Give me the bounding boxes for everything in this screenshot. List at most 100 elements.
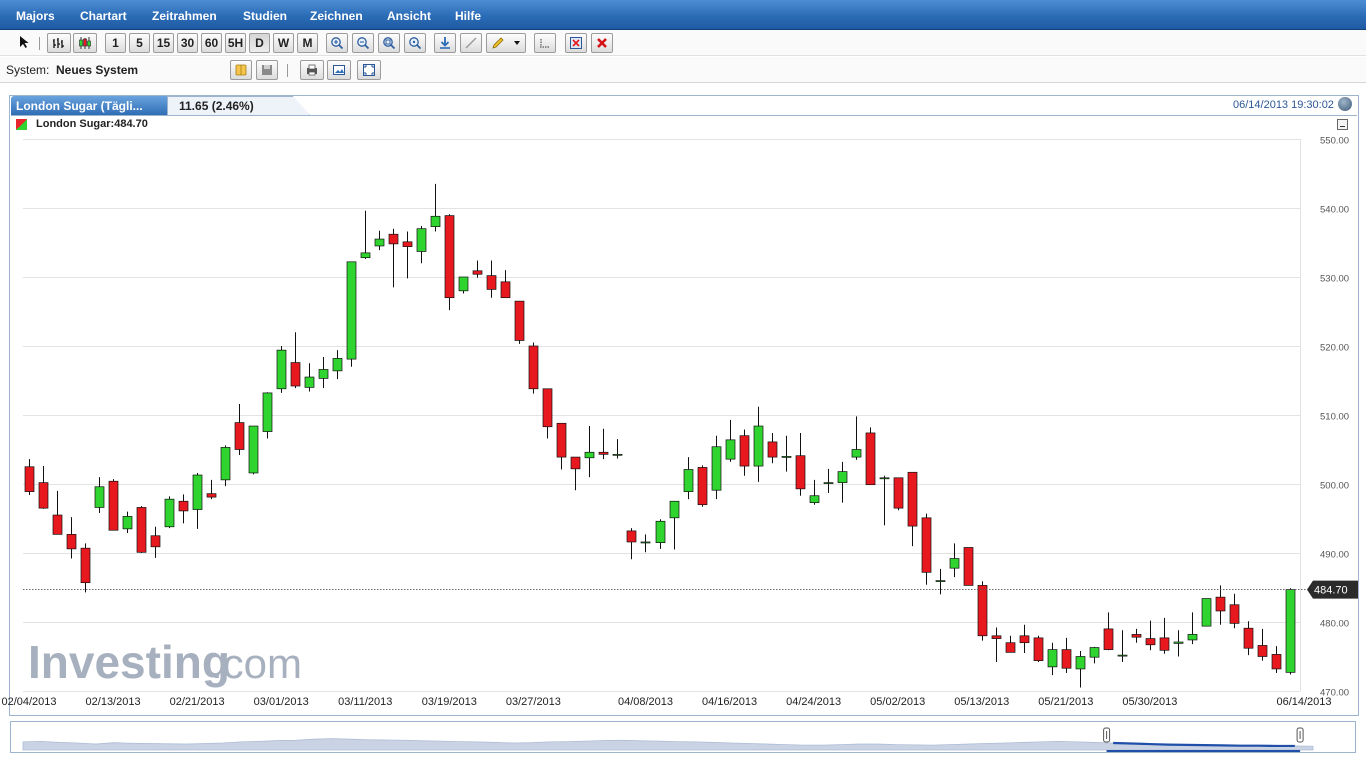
x-tick-label: 04/16/2013 (702, 696, 757, 708)
candle-up (669, 500, 680, 519)
candle-up (220, 447, 231, 481)
candle-up (248, 425, 259, 474)
navigator-area (22, 738, 1314, 751)
candle-up (711, 446, 722, 491)
candle-up (1117, 654, 1128, 657)
y-axis-labels: 470.00480.00490.00500.00510.00520.00530.… (1320, 136, 1349, 699)
candle-down (1019, 635, 1030, 644)
x-tick-label: 06/14/2013 (1276, 696, 1331, 708)
candle-down (66, 534, 77, 550)
candle-down (150, 535, 161, 548)
candle-up (935, 580, 946, 582)
candlestick-chart[interactable]: Investing .com 470.00480.00490.00500.005… (0, 0, 1366, 720)
candle-down (290, 362, 301, 387)
x-tick-label: 02/21/2013 (170, 696, 225, 708)
candle-down (542, 388, 553, 428)
watermark-suffix: .com (211, 640, 302, 687)
candle-up (612, 453, 623, 456)
candle-down (570, 456, 581, 470)
candle-up (1047, 649, 1058, 668)
x-tick-label: 05/30/2013 (1122, 696, 1177, 708)
candle-up (1285, 589, 1296, 673)
candle-down (767, 441, 778, 458)
candle-up (1089, 647, 1100, 658)
last-price-label: 484.70 (1314, 585, 1348, 597)
candle-down (1033, 637, 1044, 661)
candle-up (1075, 656, 1086, 670)
y-tick-label: 550.00 (1320, 136, 1349, 147)
candle-up (122, 516, 133, 530)
candle-down (108, 480, 119, 531)
candle-down (556, 422, 567, 458)
candle-down (24, 466, 35, 492)
candle-down (206, 493, 217, 498)
x-tick-label: 03/01/2013 (254, 696, 309, 708)
candle-down (626, 530, 637, 543)
candle-up (94, 486, 105, 508)
x-tick-label: 05/21/2013 (1038, 696, 1093, 708)
candle-down (893, 477, 904, 509)
candle-down (907, 471, 918, 527)
candle-down (136, 507, 147, 553)
candle-down (1271, 654, 1282, 670)
candle-up (304, 376, 315, 388)
x-tick-label: 04/24/2013 (786, 696, 841, 708)
navigator-chart[interactable] (11, 722, 1355, 752)
candle-up (949, 558, 960, 569)
candle-down (598, 451, 609, 455)
x-tick-label: 03/19/2013 (422, 696, 477, 708)
range-navigator[interactable] (10, 721, 1356, 753)
candle-down (739, 435, 750, 467)
x-tick-label: 02/13/2013 (86, 696, 141, 708)
candle-down (178, 500, 189, 512)
candle-up (584, 451, 595, 459)
candle-down (472, 270, 483, 275)
candle-up (164, 498, 175, 528)
candle-down (1257, 645, 1268, 657)
grid-lines (23, 139, 1301, 692)
candle-up (1201, 598, 1212, 627)
candle-up (262, 392, 273, 432)
candle-down (388, 233, 399, 245)
candle-up (192, 474, 203, 510)
y-tick-label: 520.00 (1320, 343, 1349, 354)
candle-up (458, 276, 469, 292)
y-tick-label: 530.00 (1320, 274, 1349, 285)
y-tick-label: 540.00 (1320, 205, 1349, 216)
y-tick-label: 510.00 (1320, 412, 1349, 423)
candle-down (697, 467, 708, 506)
candle-down (1229, 604, 1240, 624)
x-tick-label: 03/11/2013 (338, 696, 392, 708)
candle-up (276, 349, 287, 390)
candle-up (318, 369, 329, 379)
candle-down (402, 241, 413, 247)
candle-up (823, 482, 834, 484)
x-axis-labels: 02/04/2013 02/13/2013 02/21/2013 03/01/2013… (1, 696, 1331, 708)
candle-up (640, 541, 651, 544)
candle-up (1173, 641, 1184, 644)
candle-down (52, 514, 63, 535)
x-tick-label: 04/08/2013 (618, 696, 673, 708)
x-tick-label: 03/27/2013 (506, 696, 561, 708)
candle-up (332, 358, 343, 372)
watermark-logo: Investing .com (28, 636, 302, 688)
candle-up (837, 471, 848, 483)
candle-down (865, 432, 876, 486)
candle-down (234, 422, 245, 450)
candle-up (1187, 634, 1198, 641)
candle-down (444, 215, 455, 299)
candle-down (963, 547, 974, 586)
candle-down (1243, 627, 1254, 649)
candle-down (1145, 638, 1156, 646)
candle-up (374, 238, 385, 247)
candle-down (1159, 637, 1170, 651)
candle-down (514, 300, 525, 341)
candle-up (781, 456, 792, 458)
x-tick-label: 02/04/2013 (1, 696, 56, 708)
y-tick-label: 490.00 (1320, 550, 1349, 561)
candle-down (991, 635, 1002, 639)
candle-up (683, 469, 694, 492)
candle-down (1103, 628, 1114, 650)
candle-up (753, 425, 764, 467)
candle-up (851, 449, 862, 458)
